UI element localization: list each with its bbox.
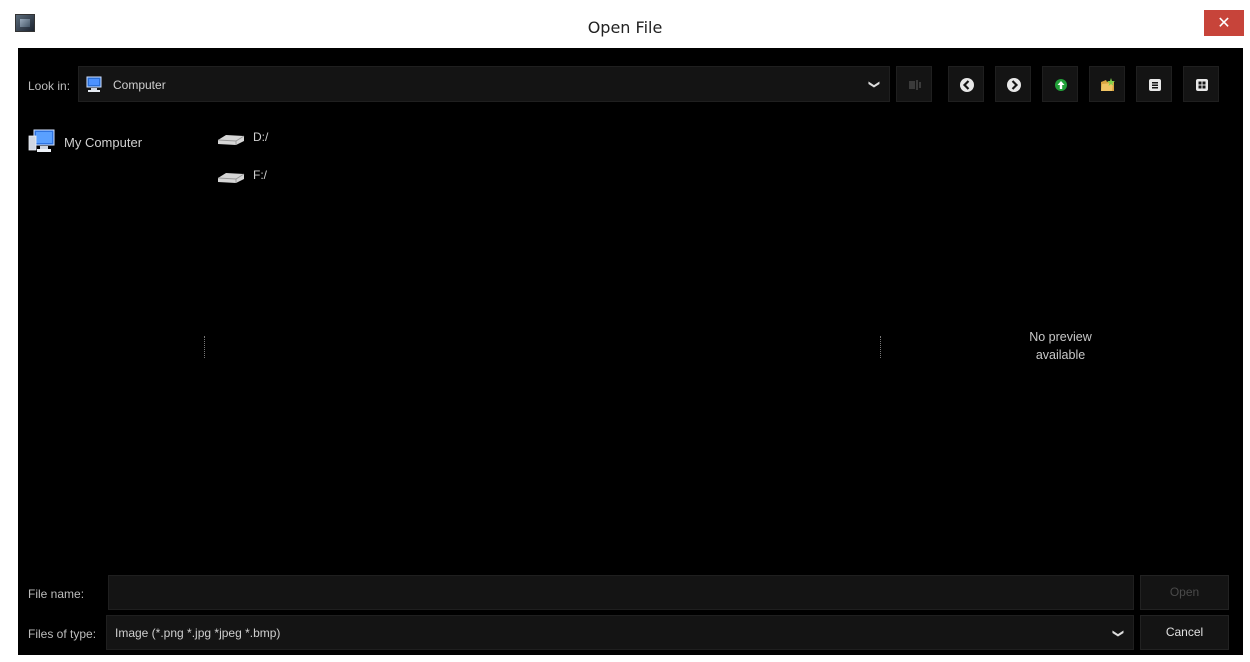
cancel-button[interactable]: Cancel xyxy=(1140,615,1229,650)
files-of-type-value: Image (*.png *.jpg *jpeg *.bmp) xyxy=(115,626,281,640)
create-folder-button[interactable] xyxy=(1089,66,1125,102)
file-name-label: File name: xyxy=(28,587,85,601)
list-view-icon xyxy=(1149,79,1161,91)
chevron-down-icon: ❯ xyxy=(867,79,881,90)
detail-view-button[interactable] xyxy=(1183,66,1219,102)
new-folder-disabled-button[interactable] xyxy=(896,66,932,102)
forward-icon xyxy=(1007,78,1021,92)
computer-icon xyxy=(86,76,102,92)
back-icon xyxy=(960,78,974,92)
parent-directory-icon xyxy=(1055,79,1067,91)
close-button[interactable]: ✕ xyxy=(1204,10,1244,36)
list-view-button[interactable] xyxy=(1136,66,1172,102)
dialog-body: Look in: Computer ❯ My Computer D:/ F:/ … xyxy=(18,48,1243,655)
chevron-down-icon: ❯ xyxy=(1111,628,1125,639)
preview-text-line2: available xyxy=(1035,348,1086,362)
open-button[interactable]: Open xyxy=(1140,575,1229,610)
look-in-label: Look in: xyxy=(28,79,71,93)
back-button[interactable] xyxy=(948,66,984,102)
file-name-input[interactable] xyxy=(108,575,1134,610)
preview-panel: No preview available xyxy=(998,328,1123,364)
computer-icon xyxy=(28,129,55,152)
look-in-combo[interactable]: Computer ❯ xyxy=(78,66,890,102)
file-item-label: F:/ xyxy=(253,168,267,182)
new-folder-disabled-icon xyxy=(909,80,921,90)
preview-text-line1: No preview xyxy=(1029,330,1092,344)
files-of-type-select[interactable]: Image (*.png *.jpg *jpeg *.bmp) ❯ xyxy=(106,615,1134,650)
drive-icon xyxy=(217,173,245,183)
open-file-dialog: Open File ✕ Look in: Computer ❯ My Compu… xyxy=(0,0,1250,662)
detail-view-icon xyxy=(1196,79,1208,91)
file-item-label: D:/ xyxy=(253,130,269,144)
window-title: Open File xyxy=(587,18,663,37)
forward-button[interactable] xyxy=(995,66,1031,102)
sidebar-item-label: My Computer xyxy=(64,135,143,150)
look-in-value: Computer xyxy=(113,78,166,92)
title-bar: Open File ✕ xyxy=(0,0,1250,48)
create-folder-icon xyxy=(1101,78,1115,91)
parent-directory-button[interactable] xyxy=(1042,66,1078,102)
preview-splitter-handle[interactable] xyxy=(880,336,882,358)
sidebar-splitter-handle[interactable] xyxy=(204,336,206,358)
drive-icon xyxy=(217,135,245,145)
files-of-type-label: Files of type: xyxy=(28,627,97,641)
